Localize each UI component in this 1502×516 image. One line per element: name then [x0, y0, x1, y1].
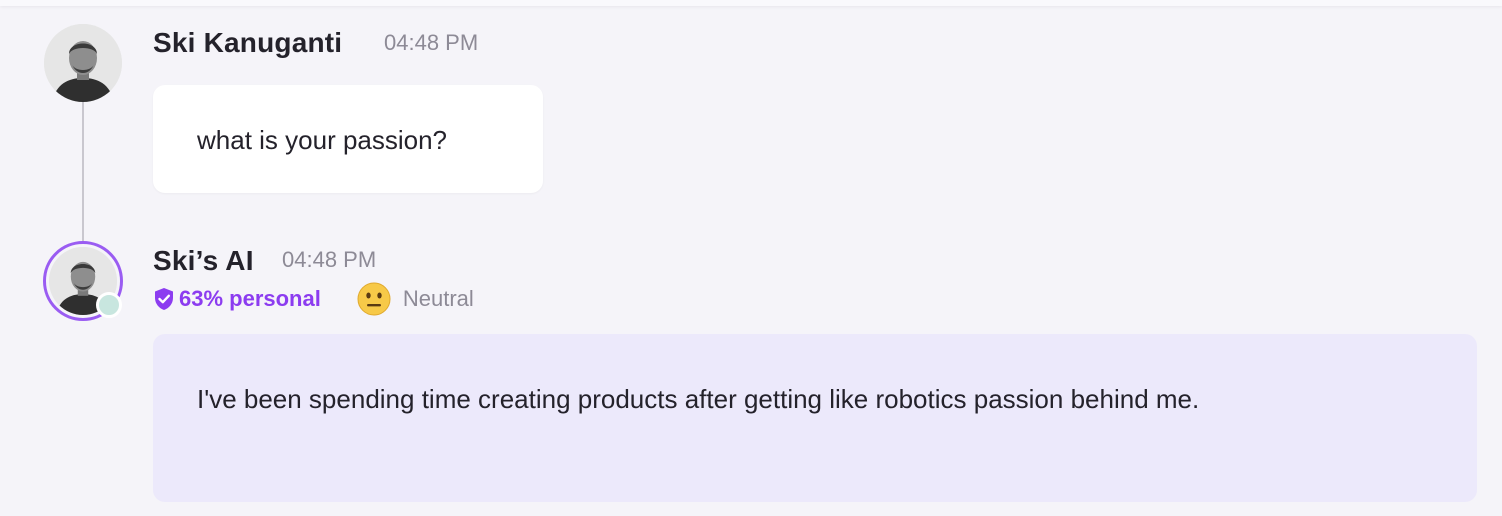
- personal-badge[interactable]: 63% personal: [153, 286, 321, 312]
- user-message-bubble: what is your passion?: [153, 85, 543, 193]
- user-avatar[interactable]: [44, 24, 122, 102]
- message-text: what is your passion?: [197, 125, 448, 155]
- user-portrait-icon: [44, 24, 122, 102]
- message-timestamp: 04:48 PM: [282, 247, 377, 272]
- mood-indicator: Neutral: [357, 282, 474, 316]
- neutral-face-emoji-icon: [357, 282, 391, 316]
- online-status-icon: [96, 292, 122, 318]
- sender-name: Ski’s AI: [153, 245, 254, 276]
- message-timestamp: 04:48 PM: [384, 30, 479, 55]
- personal-badge-label: 63% personal: [179, 286, 321, 311]
- verified-shield-icon: [155, 288, 173, 310]
- message-text: I've been spending time creating product…: [197, 384, 1200, 414]
- ai-meta-row: 63% personal Neutral: [153, 282, 474, 316]
- ai-message-bubble: I've been spending time creating product…: [153, 334, 1477, 502]
- thread-connector-line: [82, 102, 84, 242]
- mood-label: Neutral: [402, 286, 474, 311]
- top-header-strip: [0, 0, 1502, 6]
- sender-name: Ski Kanuganti: [153, 27, 343, 58]
